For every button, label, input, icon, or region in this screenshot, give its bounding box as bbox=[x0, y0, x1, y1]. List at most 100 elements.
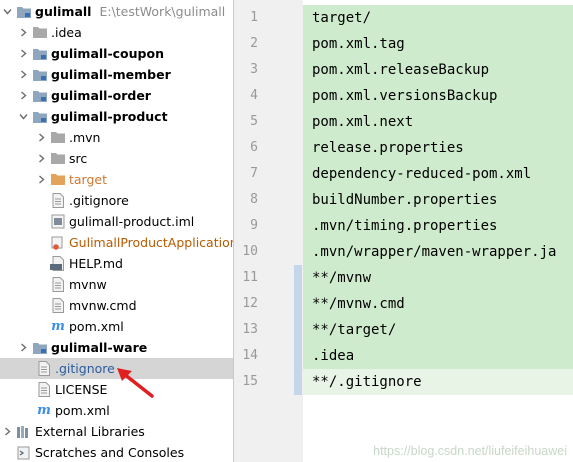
chevron-down-icon[interactable] bbox=[18, 106, 28, 127]
editor-line[interactable]: 9 .mvn/timing.properties bbox=[234, 213, 573, 239]
line-number: 14 bbox=[242, 348, 258, 363]
line-number: 13 bbox=[242, 322, 258, 337]
modified-change-marker[interactable] bbox=[294, 317, 302, 343]
editor-line[interactable]: 5 pom.xml.next bbox=[234, 109, 573, 135]
chevron-right-icon[interactable] bbox=[18, 337, 28, 358]
line-text[interactable]: **/.gitignore bbox=[303, 369, 573, 395]
tree-item-mvnw-cmd[interactable]: mvnw.cmd bbox=[0, 295, 233, 316]
line-text[interactable]: pom.xml.releaseBackup bbox=[303, 57, 573, 83]
chevron-down-icon[interactable] bbox=[2, 1, 12, 22]
editor-line[interactable]: 11 **/mvnw bbox=[234, 265, 573, 291]
tree-item-gulimall-product[interactable]: gulimall-product bbox=[0, 106, 233, 127]
line-text[interactable]: pom.xml.tag bbox=[303, 31, 573, 57]
editor-line-current[interactable]: 15 **/.gitignore bbox=[234, 369, 573, 395]
tree-item-external-libraries[interactable]: External Libraries bbox=[0, 421, 233, 442]
module-folder-icon bbox=[32, 46, 48, 62]
tree-item-label: gulimall-product.iml bbox=[69, 214, 195, 229]
tree-item-help-md[interactable]: HELP.md bbox=[0, 253, 233, 274]
tree-item-gitignore-product[interactable]: .gitignore bbox=[0, 190, 233, 211]
tree-item-application[interactable]: GulimallProductApplication. bbox=[0, 232, 233, 253]
tree-item-target[interactable]: target bbox=[0, 169, 233, 190]
text-file-icon bbox=[50, 298, 66, 314]
editor-line[interactable]: 6 release.properties bbox=[234, 135, 573, 161]
line-number: 2 bbox=[250, 36, 258, 51]
tree-item-pom-product[interactable]: m pom.xml bbox=[0, 316, 233, 337]
modified-change-marker[interactable] bbox=[294, 369, 302, 395]
markdown-file-icon bbox=[50, 256, 66, 272]
tree-item-gulimall-coupon[interactable]: gulimall-coupon bbox=[0, 43, 233, 64]
line-number: 3 bbox=[250, 62, 258, 77]
modified-change-marker[interactable] bbox=[294, 291, 302, 317]
excluded-folder-icon bbox=[50, 172, 66, 188]
editor-line[interactable]: 10 .mvn/wrapper/maven-wrapper.ja bbox=[234, 239, 573, 265]
line-number: 1 bbox=[250, 10, 258, 25]
tree-item-scratches[interactable]: Scratches and Consoles bbox=[0, 442, 233, 462]
scratches-icon bbox=[16, 445, 32, 461]
tree-item-idea[interactable]: .idea bbox=[0, 22, 233, 43]
line-text[interactable]: pom.xml.next bbox=[303, 109, 573, 135]
editor-line[interactable]: 2 pom.xml.tag bbox=[234, 31, 573, 57]
line-number: 15 bbox=[242, 374, 258, 389]
line-text[interactable]: release.properties bbox=[303, 135, 573, 161]
line-number: 10 bbox=[242, 244, 258, 259]
root-path: E:\testWork\gulimall bbox=[99, 4, 226, 19]
editor-line[interactable]: 13 **/target/ bbox=[234, 317, 573, 343]
tree-item-label: Scratches and Consoles bbox=[35, 445, 185, 460]
line-text[interactable]: .idea bbox=[303, 343, 573, 369]
watermark: https://blog.csdn.net/liufeifeihuawei bbox=[373, 444, 567, 458]
tree-item-label: mvnw bbox=[69, 277, 107, 292]
tree-item-label: pom.xml bbox=[69, 319, 124, 334]
tree-root-gulimall[interactable]: gulimall E:\testWork\gulimall bbox=[0, 1, 233, 22]
line-text[interactable]: **/mvnw bbox=[303, 265, 573, 291]
module-folder-icon bbox=[32, 67, 48, 83]
module-folder-icon bbox=[32, 340, 48, 356]
editor-line[interactable]: 12 **/mvnw.cmd bbox=[234, 291, 573, 317]
chevron-right-icon[interactable] bbox=[18, 22, 28, 43]
line-text[interactable]: .mvn/timing.properties bbox=[303, 213, 573, 239]
module-folder-icon bbox=[32, 109, 48, 125]
chevron-right-icon[interactable] bbox=[18, 85, 28, 106]
line-number: 4 bbox=[250, 88, 258, 103]
iml-file-icon bbox=[50, 214, 66, 230]
chevron-right-icon[interactable] bbox=[18, 43, 28, 64]
folder-icon bbox=[50, 151, 66, 167]
tree-item-gulimall-member[interactable]: gulimall-member bbox=[0, 64, 233, 85]
annotation-arrow-icon bbox=[117, 368, 154, 398]
tree-item-iml[interactable]: gulimall-product.iml bbox=[0, 211, 233, 232]
editor-line[interactable]: 1 target/ bbox=[234, 5, 573, 31]
tree-item-pom-root[interactable]: m pom.xml bbox=[0, 400, 233, 421]
editor-line[interactable]: 4 pom.xml.versionsBackup bbox=[234, 83, 573, 109]
chevron-right-icon[interactable] bbox=[36, 148, 46, 169]
line-text[interactable]: buildNumber.properties bbox=[303, 187, 573, 213]
line-text[interactable]: **/mvnw.cmd bbox=[303, 291, 573, 317]
editor-pane[interactable]: 1 target/ 2 pom.xml.tag 3 pom.xml.releas… bbox=[234, 0, 573, 462]
chevron-right-icon[interactable] bbox=[36, 169, 46, 190]
line-text[interactable]: target/ bbox=[303, 5, 573, 31]
editor-line[interactable]: 3 pom.xml.releaseBackup bbox=[234, 57, 573, 83]
line-text[interactable]: .mvn/wrapper/maven-wrapper.ja bbox=[303, 239, 573, 265]
tree-item-mvn[interactable]: .mvn bbox=[0, 127, 233, 148]
chevron-right-icon[interactable] bbox=[2, 421, 12, 442]
tree-item-label: pom.xml bbox=[55, 403, 110, 418]
tree-item-mvnw[interactable]: mvnw bbox=[0, 274, 233, 295]
line-text[interactable]: dependency-reduced-pom.xml bbox=[303, 161, 573, 187]
chevron-right-icon[interactable] bbox=[36, 127, 46, 148]
tree-item-gulimall-ware[interactable]: gulimall-ware bbox=[0, 337, 233, 358]
modified-change-marker[interactable] bbox=[294, 343, 302, 369]
modified-change-marker[interactable] bbox=[294, 265, 302, 291]
tree-item-label: .gitignore bbox=[69, 193, 129, 208]
tree-item-src[interactable]: src bbox=[0, 148, 233, 169]
editor-line[interactable]: 8 buildNumber.properties bbox=[234, 187, 573, 213]
tree-item-label: .mvn bbox=[69, 130, 101, 145]
tree-item-label: .gitignore bbox=[55, 361, 115, 376]
line-text[interactable]: **/target/ bbox=[303, 317, 573, 343]
editor-line[interactable]: 14 .idea bbox=[234, 343, 573, 369]
module-folder-icon bbox=[32, 88, 48, 104]
java-class-icon bbox=[50, 235, 66, 251]
line-text[interactable]: pom.xml.versionsBackup bbox=[303, 83, 573, 109]
line-number: 7 bbox=[250, 166, 258, 181]
tree-item-gulimall-order[interactable]: gulimall-order bbox=[0, 85, 233, 106]
chevron-right-icon[interactable] bbox=[18, 64, 28, 85]
tree-item-label: External Libraries bbox=[35, 424, 145, 439]
editor-line[interactable]: 7 dependency-reduced-pom.xml bbox=[234, 161, 573, 187]
